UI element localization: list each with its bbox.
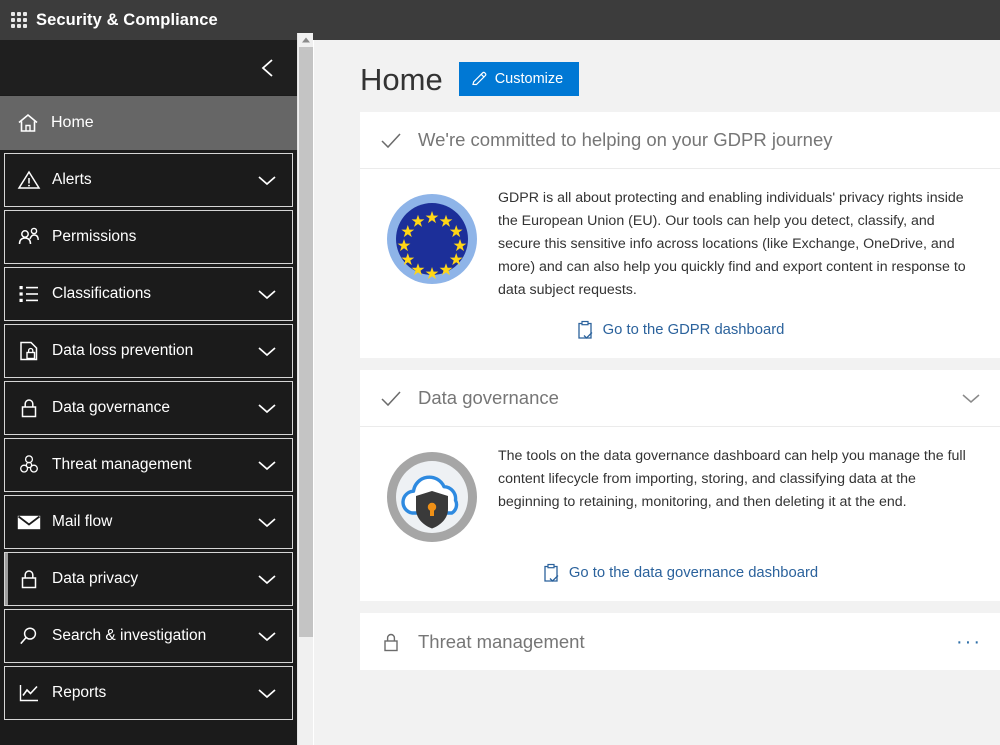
chevron-down-icon: [960, 391, 982, 405]
card-overflow-label: ···: [956, 632, 982, 652]
document-lock-icon: [15, 337, 43, 365]
sidebar-item-label: Data governance: [52, 399, 256, 417]
sidebar-item-permissions[interactable]: Permissions: [4, 210, 293, 264]
card-footer: Go to the data governance dashboard: [360, 551, 1000, 601]
eu-flag-icon: [382, 187, 482, 302]
card-header[interactable]: Data governance: [360, 370, 1000, 427]
nav-collapse-button[interactable]: [0, 40, 297, 95]
chevron-down-icon: [256, 173, 278, 187]
card-body: GDPR is all about protecting and enablin…: [360, 169, 1000, 308]
card-title: Threat management: [418, 631, 956, 653]
sidebar-item-data-loss-prevention[interactable]: Data loss prevention: [4, 324, 293, 378]
chevron-down-icon: [256, 287, 278, 301]
checkmark-icon: [380, 388, 406, 408]
sidebar-item-reports[interactable]: Reports: [4, 666, 293, 720]
card-description: The tools on the data governance dashboa…: [482, 445, 978, 545]
sidebar-item-classifications[interactable]: Classifications: [4, 267, 293, 321]
suite-header-bar: Security & Compliance: [0, 0, 1000, 40]
checkmark-icon: [380, 130, 406, 150]
chevron-down-icon: [256, 686, 278, 700]
app-root: Security & Compliance Home: [0, 0, 1000, 745]
home-icon: [14, 109, 42, 137]
more-options-icon[interactable]: ···: [956, 632, 982, 652]
sidebar-item-data-governance[interactable]: Data governance: [4, 381, 293, 435]
line-chart-icon: [15, 679, 43, 707]
lock-icon: [15, 394, 43, 422]
app-launcher-waffle-icon[interactable]: [8, 9, 30, 31]
page-header: Home Customize: [314, 40, 1000, 112]
card-header[interactable]: Threat management ···: [360, 613, 1000, 670]
sidebar-item-label: Reports: [52, 684, 256, 702]
card-collapse-toggle[interactable]: [960, 391, 982, 405]
sidebar-item-label: Search & investigation: [52, 627, 256, 645]
sidebar-item-data-privacy[interactable]: Data privacy: [4, 552, 293, 606]
card-gdpr: We're committed to helping on your GDPR …: [360, 112, 1000, 358]
scroll-up-arrow-icon[interactable]: [298, 33, 314, 47]
sidebar-item-home[interactable]: Home: [0, 95, 297, 150]
customize-button-label: Customize: [495, 71, 564, 87]
sidebar-item-label: Threat management: [52, 456, 256, 474]
sidebar-item-label: Data loss prevention: [52, 342, 256, 360]
main-content: Home Customize We're committed to helpin…: [314, 40, 1000, 745]
nav-scrollbar-thumb[interactable]: [299, 47, 313, 637]
customize-button[interactable]: Customize: [459, 62, 580, 96]
clipboard-check-icon: [576, 320, 594, 340]
sidebar-item-label: Data privacy: [52, 570, 256, 588]
card-body: The tools on the data governance dashboa…: [360, 427, 1000, 551]
chevron-down-icon: [256, 515, 278, 529]
sidebar-item-label: Mail flow: [52, 513, 256, 531]
sidebar-item-label: Alerts: [52, 171, 256, 189]
data-governance-dashboard-link[interactable]: Go to the data governance dashboard: [542, 563, 818, 583]
mail-icon: [15, 508, 43, 536]
cloud-shield-icon: [382, 445, 482, 545]
nav-scrollbar[interactable]: [297, 33, 313, 745]
card-title: Data governance: [418, 387, 960, 409]
chevron-down-icon: [256, 401, 278, 415]
card-threat-management: Threat management ···: [360, 613, 1000, 670]
lock-icon: [15, 565, 43, 593]
pencil-icon: [471, 71, 487, 87]
suite-title: Security & Compliance: [36, 11, 218, 30]
card-header[interactable]: We're committed to helping on your GDPR …: [360, 112, 1000, 169]
chevron-down-icon: [256, 458, 278, 472]
chevron-down-icon: [256, 629, 278, 643]
clipboard-check-icon: [542, 563, 560, 583]
sidebar-item-label: Classifications: [52, 285, 256, 303]
sidebar-item-label: Permissions: [52, 228, 278, 246]
lock-icon: [380, 630, 406, 654]
card-footer: Go to the GDPR dashboard: [360, 308, 1000, 358]
page-title: Home: [360, 64, 443, 95]
people-icon: [15, 223, 43, 251]
biohazard-icon: [15, 451, 43, 479]
card-description: GDPR is all about protecting and enablin…: [482, 187, 978, 302]
card-data-governance: Data governance: [360, 370, 1000, 601]
link-label: Go to the GDPR dashboard: [603, 322, 785, 338]
card-title: We're committed to helping on your GDPR …: [418, 129, 982, 151]
sidebar-item-search-and-investigation[interactable]: Search & investigation: [4, 609, 293, 663]
gdpr-dashboard-link[interactable]: Go to the GDPR dashboard: [576, 320, 785, 340]
chevron-down-icon: [256, 344, 278, 358]
link-label: Go to the data governance dashboard: [569, 565, 818, 581]
magnifier-icon: [15, 622, 43, 650]
chevron-down-icon: [256, 572, 278, 586]
left-navigation: Home Alerts: [0, 40, 297, 745]
sidebar-item-alerts[interactable]: Alerts: [4, 153, 293, 207]
chevron-left-icon: [259, 57, 277, 79]
alert-triangle-icon: [15, 166, 43, 194]
sidebar-item-mail-flow[interactable]: Mail flow: [4, 495, 293, 549]
sidebar-item-label: Home: [51, 114, 297, 132]
list-icon: [15, 280, 43, 308]
sidebar-item-threat-management[interactable]: Threat management: [4, 438, 293, 492]
